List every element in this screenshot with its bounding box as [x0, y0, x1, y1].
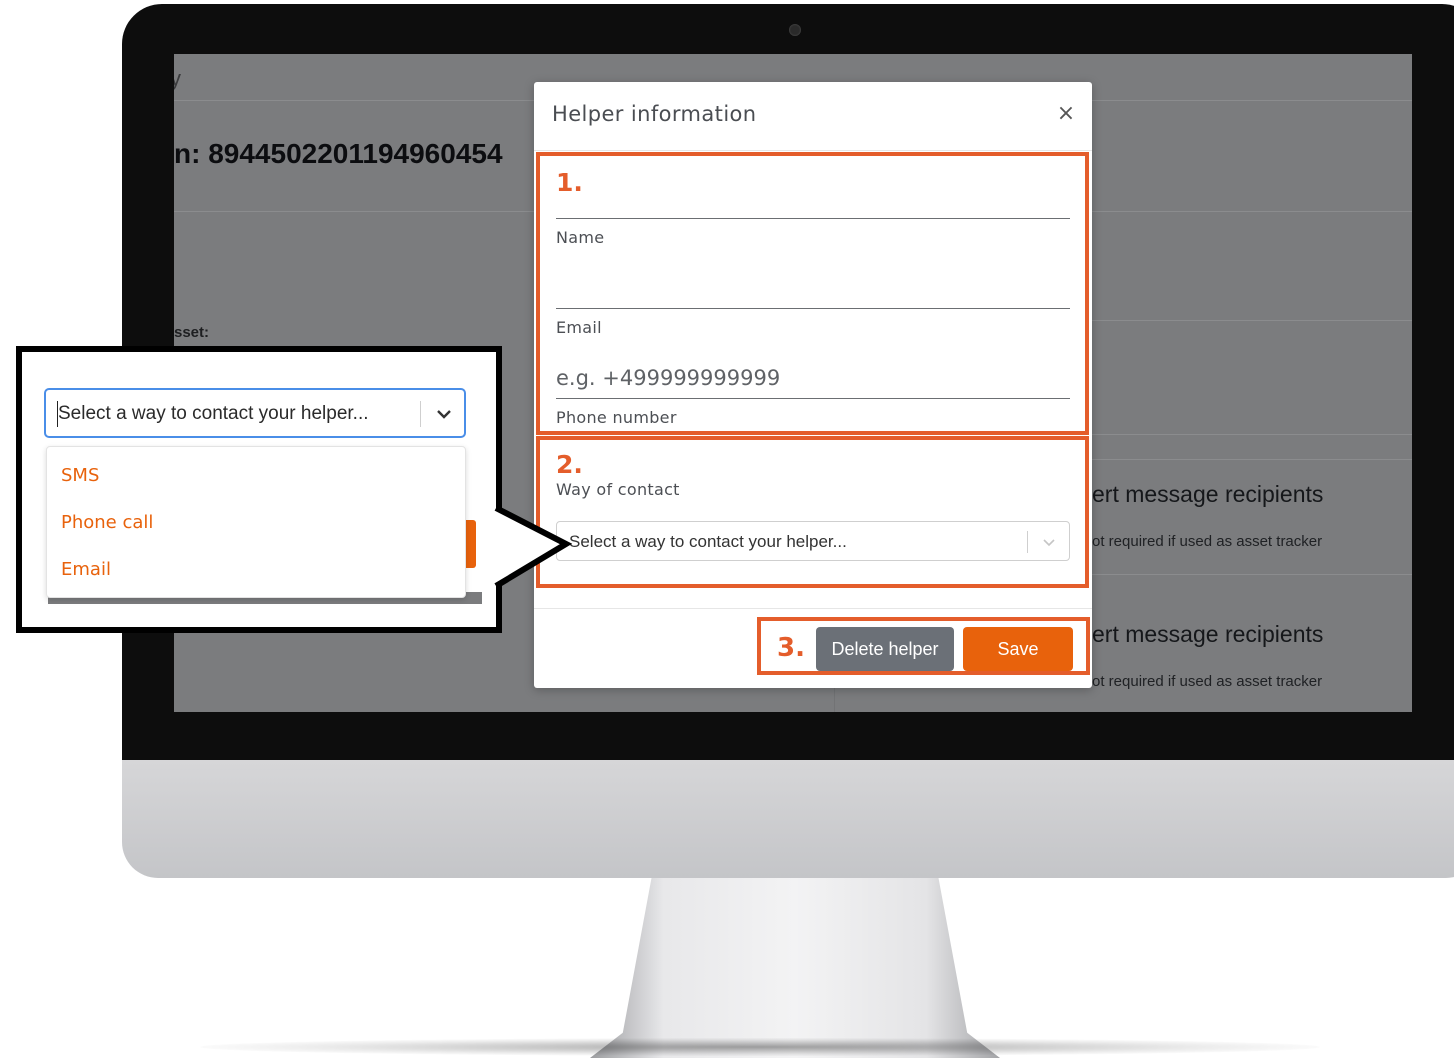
background-serial-label: n: 89445022011949604​54: [174, 138, 503, 169]
background-asset-label: sset:: [174, 324, 210, 341]
select-separator: [1027, 531, 1028, 553]
name-label: Name: [556, 228, 605, 247]
email-label: Email: [556, 318, 602, 337]
stand-shadow: [200, 1038, 1320, 1056]
contact-method-placeholder: Select a way to contact your helper...: [58, 403, 369, 424]
phone-number-input[interactable]: [556, 360, 1070, 396]
divider: [1092, 434, 1412, 435]
way-of-contact-placeholder: Select a way to contact your helper...: [569, 532, 847, 551]
contact-method-menu: SMS Phone call Email: [46, 446, 466, 598]
option-email[interactable]: Email: [61, 559, 111, 580]
helper-information-modal: Helper information × 1. Name Email Phone…: [534, 82, 1092, 688]
step-1-number: 1.: [556, 168, 583, 197]
contact-method-select-open[interactable]: Select a way to contact your helper...: [44, 388, 466, 438]
monitor-stand: [590, 878, 1000, 1058]
modal-title: Helper information: [552, 102, 757, 126]
option-phone-call[interactable]: Phone call: [61, 512, 153, 533]
option-sms[interactable]: SMS: [61, 465, 99, 486]
modal-footer-divider: [534, 608, 1092, 609]
background-orange-button-edge: [466, 520, 476, 568]
save-button[interactable]: Save: [963, 627, 1073, 671]
phone-input-underline: [556, 398, 1070, 399]
divider: [1092, 320, 1412, 321]
step-2-highlight: [536, 436, 1089, 588]
background-card-subtitle: ot required if used as asset tracker: [1092, 533, 1323, 550]
background-card-title: ert message recipients: [1092, 621, 1324, 647]
name-input-underline[interactable]: [556, 218, 1070, 219]
delete-helper-button[interactable]: Delete helper: [816, 627, 954, 671]
background-card-subtitle: ot required if used as asset tracker: [1092, 673, 1323, 690]
step-2-number: 2.: [556, 450, 583, 479]
phone-number-label: Phone number: [556, 408, 677, 427]
select-separator: [420, 401, 421, 427]
close-icon[interactable]: ×: [1054, 102, 1078, 126]
chevron-down-icon[interactable]: [1037, 530, 1061, 554]
chevron-down-icon[interactable]: [430, 400, 458, 428]
dropdown-callout: Select a way to contact your helper... S…: [16, 346, 502, 633]
camera-icon: [789, 24, 801, 36]
callout-pointer: [490, 505, 573, 589]
monitor-chin: [122, 760, 1454, 878]
step-3-number: 3.: [777, 633, 805, 663]
way-of-contact-label: Way of contact: [556, 480, 680, 499]
email-input-underline[interactable]: [556, 308, 1070, 309]
background-card-title: ert message recipients: [1092, 481, 1324, 507]
background-header-fragment: y: [174, 66, 181, 91]
modal-header-divider: [534, 150, 1092, 151]
way-of-contact-select[interactable]: Select a way to contact your helper...: [556, 521, 1070, 561]
